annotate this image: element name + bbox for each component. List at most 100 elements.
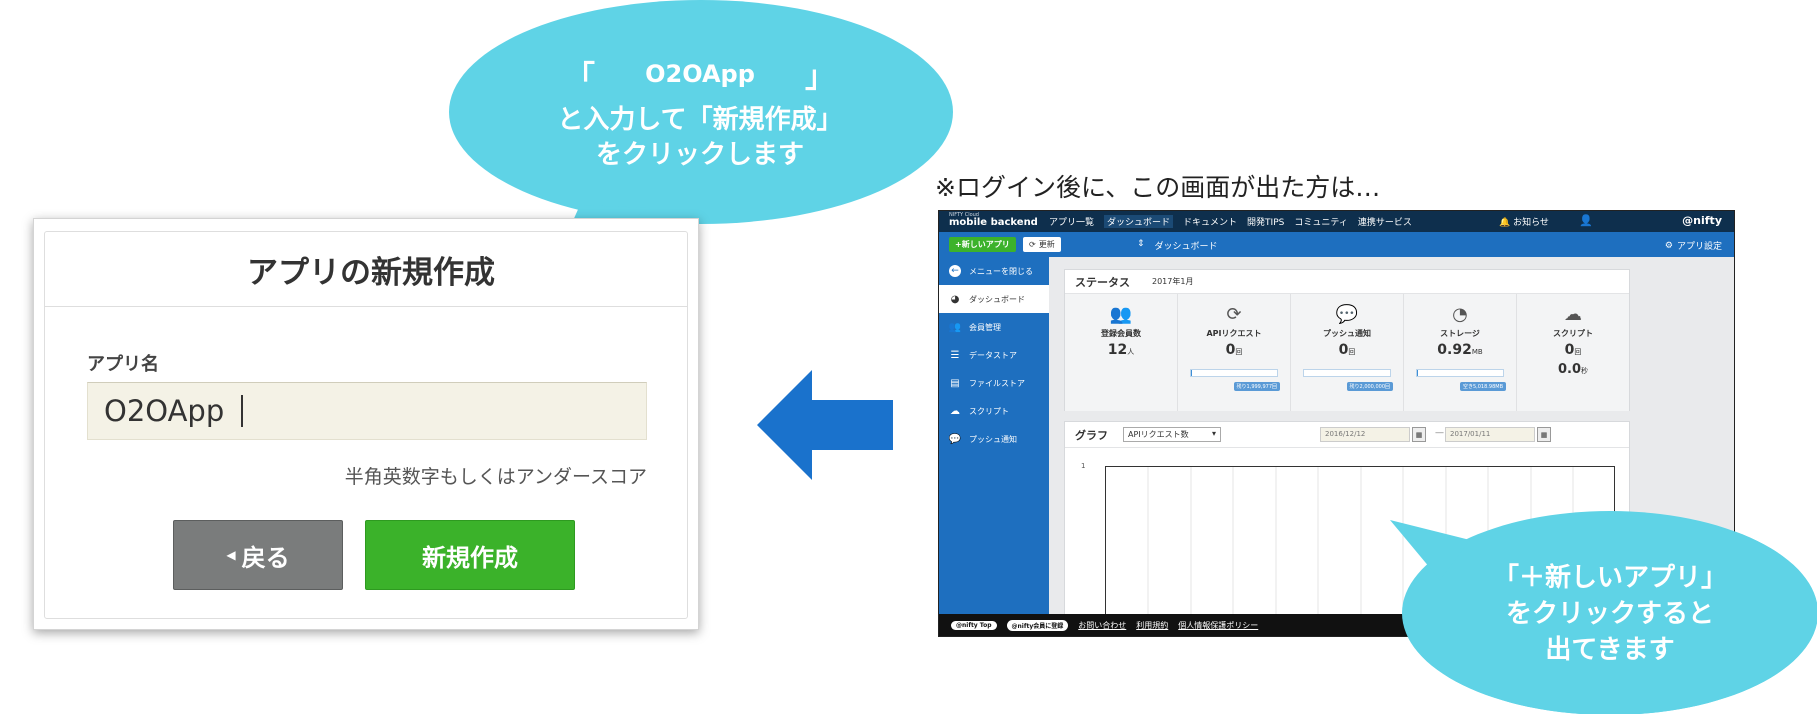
refresh-icon: ⟳ bbox=[1226, 304, 1242, 325]
chevron-left-icon: ◀ bbox=[226, 548, 236, 562]
file-icon: ▤ bbox=[950, 377, 960, 389]
status-members: 👥 登録会員数 12人 bbox=[1065, 294, 1178, 411]
status-api: ⟳ APIリクエスト 0回 残り1,999,977回 bbox=[1178, 294, 1291, 411]
footer-register[interactable]: @nifty会員に登録 bbox=[1006, 619, 1069, 631]
sidebar-item-datastore[interactable]: ☰ データストア bbox=[939, 341, 1049, 369]
status-value-seconds: 0.0秒 bbox=[1557, 362, 1589, 377]
create-app-panel: アプリの新規作成 アプリ名 半角英数字もしくはアンダースコア ◀ 戻る 新規作成 bbox=[44, 231, 688, 619]
new-app-button[interactable]: +新しいアプリ bbox=[949, 237, 1016, 252]
top-bubble-line1: 「 O2OApp 」 bbox=[565, 52, 835, 96]
graph-y-max: 1 bbox=[1081, 462, 1086, 470]
sidebar-label: メニューを閉じる bbox=[969, 266, 1033, 276]
status-value: 0回 bbox=[1225, 342, 1243, 358]
status-label: 登録会員数 bbox=[1101, 329, 1141, 338]
calendar-icon[interactable]: ▦ bbox=[1412, 427, 1426, 442]
dashboard-toolbar: +新しいアプリ ⟳ 更新 ⇕ ダッシュボード ⚙ アプリ設定 bbox=[939, 232, 1734, 257]
sidebar-item-filestore[interactable]: ▤ ファイルストア bbox=[939, 369, 1049, 397]
usage-bar bbox=[1190, 369, 1278, 377]
database-icon: ☰ bbox=[950, 349, 960, 361]
user-icon[interactable]: 👤 bbox=[1579, 214, 1593, 227]
users-icon: 👥 bbox=[948, 321, 962, 333]
graph-title: グラフ bbox=[1075, 428, 1108, 442]
top-nav: アプリ一覧 ダッシュボード ドキュメント 開発TIPS コミュニティ 連携サービ… bbox=[1049, 215, 1412, 228]
refresh-label: 更新 bbox=[1038, 240, 1055, 249]
status-columns: 👥 登録会員数 12人 ⟳ APIリクエスト 0回 残り1,999,977回 💬… bbox=[1065, 294, 1629, 411]
nav-community[interactable]: コミュニティ bbox=[1294, 215, 1347, 228]
brand-logo: @nifty bbox=[1682, 214, 1722, 227]
bottom-bubble-line2: をクリックすると bbox=[1505, 599, 1714, 629]
refresh-button[interactable]: ⟳ 更新 bbox=[1023, 237, 1061, 252]
create-app-dialog: アプリの新規作成 アプリ名 半角英数字もしくはアンダースコア ◀ 戻る 新規作成 bbox=[33, 218, 699, 630]
dashboard-topbar: NIFTY Cloud mobile backend アプリ一覧 ダッシュボード… bbox=[939, 211, 1734, 232]
app-select[interactable]: ⇕ ダッシュボード bbox=[1137, 239, 1218, 252]
nav-dashboard[interactable]: ダッシュボード bbox=[1104, 215, 1174, 228]
sidebar-label: ファイルストア bbox=[969, 378, 1025, 388]
footer-privacy[interactable]: 個人情報保護ポリシー bbox=[1178, 620, 1258, 631]
status-value: 0回 bbox=[1338, 342, 1356, 358]
chevron-down-icon: ▾ bbox=[1211, 429, 1216, 438]
status-storage: ◔ ストレージ 0.92MB 空き5,018.98MB bbox=[1404, 294, 1517, 411]
status-label: スクリプト bbox=[1553, 329, 1593, 338]
top-bubble-line3: をクリックします bbox=[595, 140, 804, 170]
cloud-gear-icon: ☁ bbox=[1564, 304, 1582, 325]
notice-label: お知らせ bbox=[1513, 218, 1549, 228]
nav-services[interactable]: 連携サービス bbox=[1358, 215, 1412, 228]
app-name-hint: 半角英数字もしくはアンダースコア bbox=[344, 466, 647, 488]
usage-bar bbox=[1303, 369, 1391, 377]
sidebar-item-script[interactable]: ☁ スクリプト bbox=[939, 397, 1049, 425]
dialog-title: アプリの新規作成 bbox=[45, 232, 687, 307]
gauge-icon: ◕ bbox=[950, 293, 960, 305]
calendar-icon[interactable]: ▦ bbox=[1537, 427, 1551, 442]
bubble-app-name: O2OApp bbox=[645, 60, 755, 88]
bottom-bubble-line3: 出てきます bbox=[1545, 635, 1675, 665]
date-to-input[interactable]: 2017/01/11 bbox=[1445, 427, 1535, 442]
nav-documents[interactable]: ドキュメント bbox=[1183, 215, 1237, 228]
footer-terms[interactable]: 利用規約 bbox=[1136, 620, 1168, 631]
left-arrow-icon bbox=[757, 370, 893, 480]
status-value: 12人 bbox=[1107, 342, 1135, 358]
footer-nifty-top[interactable]: @nifty Top bbox=[951, 620, 997, 630]
app-settings-link[interactable]: ⚙ アプリ設定 bbox=[1664, 239, 1722, 253]
logo-big: mobile backend bbox=[949, 217, 1038, 228]
bottom-bubble-line1: 「＋新しいアプリ」 bbox=[1492, 563, 1727, 593]
graph-metric-select[interactable]: APIリクエスト数 ▾ bbox=[1123, 427, 1221, 442]
app-settings-label: アプリ設定 bbox=[1676, 242, 1722, 252]
status-script: ☁ スクリプト 0回 0.0秒 bbox=[1517, 294, 1629, 411]
sidebar-label: ダッシュボード bbox=[969, 294, 1025, 304]
nav-app-list[interactable]: アプリ一覧 bbox=[1049, 215, 1094, 228]
refresh-icon: ⟳ bbox=[1029, 240, 1036, 249]
back-button-label: 戻る bbox=[241, 543, 290, 572]
back-button[interactable]: ◀ 戻る bbox=[173, 520, 343, 590]
gear-icon: ⚙ bbox=[1664, 240, 1673, 251]
sidebar-label: プッシュ通知 bbox=[969, 434, 1017, 444]
nav-tips[interactable]: 開発TIPS bbox=[1247, 215, 1284, 228]
status-push: 💬 プッシュ通知 0回 残り2,000,000回 bbox=[1291, 294, 1404, 411]
status-label: プッシュ通知 bbox=[1323, 329, 1371, 338]
sidebar-item-dashboard[interactable]: ◕ ダッシュボード bbox=[939, 285, 1049, 313]
remain-badge: 残り2,000,000回 bbox=[1346, 382, 1393, 391]
status-title: ステータス bbox=[1075, 275, 1130, 289]
create-button[interactable]: 新規作成 bbox=[365, 520, 575, 590]
top-bubble-line2: と入力して「新規作成」 bbox=[557, 105, 843, 135]
graph-header: グラフ APIリクエスト数 ▾ 2016/12/12 ▦ — 2017/01/11… bbox=[1065, 422, 1629, 448]
users-icon: 👥 bbox=[1109, 304, 1133, 325]
chat-bubble-icon: 💬 bbox=[1335, 304, 1359, 325]
arrow-left-circle-icon: ← bbox=[949, 265, 961, 277]
usage-bar bbox=[1416, 369, 1504, 377]
pie-chart-icon: ◔ bbox=[1452, 304, 1468, 325]
status-label: ストレージ bbox=[1440, 329, 1480, 338]
notice-link[interactable]: 🔔 お知らせ bbox=[1499, 215, 1549, 228]
dashboard-sidebar: ← メニューを閉じる ◕ ダッシュボード 👥 会員管理 ☰ データストア ▤ フ… bbox=[939, 257, 1049, 636]
sidebar-item-push[interactable]: 💬 プッシュ通知 bbox=[939, 425, 1049, 453]
sidebar-item-members[interactable]: 👥 会員管理 bbox=[939, 313, 1049, 341]
sidebar-item-close-menu[interactable]: ← メニューを閉じる bbox=[939, 257, 1049, 285]
sidebar-label: スクリプト bbox=[969, 406, 1009, 416]
app-select-label: ダッシュボード bbox=[1154, 242, 1218, 252]
footer-contact[interactable]: お問い合わせ bbox=[1078, 620, 1126, 631]
date-from-input[interactable]: 2016/12/12 bbox=[1320, 427, 1410, 442]
cloud-gear-icon: ☁ bbox=[950, 405, 960, 417]
status-month: 2017年1月 bbox=[1152, 277, 1194, 286]
app-name-input[interactable] bbox=[87, 382, 647, 440]
login-note: ※ログイン後に、この画面が出た方は… bbox=[935, 173, 1381, 202]
status-value: 0回 bbox=[1564, 342, 1582, 358]
